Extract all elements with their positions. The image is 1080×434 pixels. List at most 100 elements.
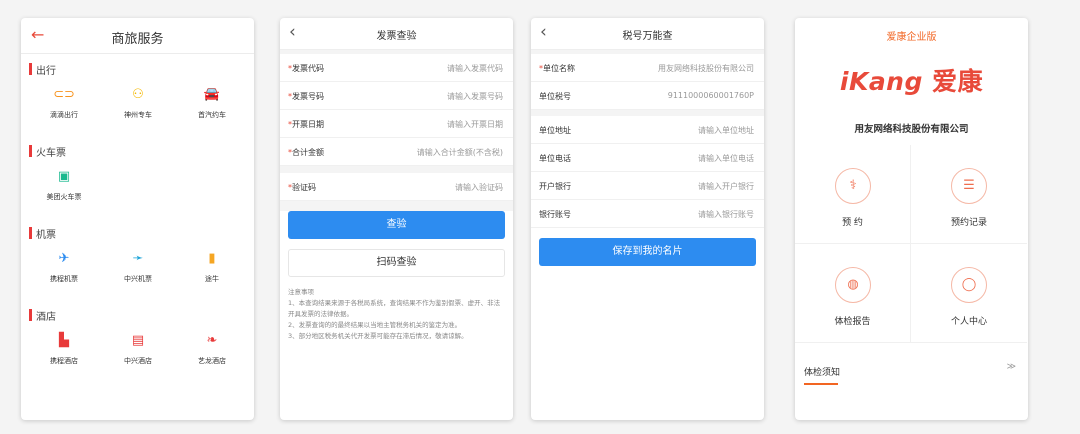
feature-tile[interactable]: ◍ 体检报告 xyxy=(795,244,911,343)
service-label: 美团火车票 xyxy=(46,193,82,201)
field-label-text: 发票号码 xyxy=(292,92,324,101)
verify-code-field[interactable]: *验证码 请输入验证码 xyxy=(280,173,513,201)
header: ‹ 税号万能查 xyxy=(531,18,764,50)
plane-icon: ✈ xyxy=(58,251,70,266)
field-label-text: 单位地址 xyxy=(539,126,571,135)
page-title: 税号万能查 xyxy=(622,31,673,42)
field-input[interactable]: 9111000060001760P xyxy=(668,91,754,100)
verify-code-input[interactable]: 请输入验证码 xyxy=(455,182,503,193)
service-item[interactable]: ▮ 途牛 xyxy=(177,250,247,284)
check-button[interactable]: 查验 xyxy=(288,211,505,239)
field-input[interactable]: 请输入银行账号 xyxy=(698,209,754,220)
field-label: *单位名称 xyxy=(539,63,575,74)
tips-tab[interactable]: 体检须知 xyxy=(804,365,840,378)
scan-check-button[interactable]: 扫码查验 xyxy=(288,249,505,277)
field-input[interactable]: 请输入单位电话 xyxy=(698,153,754,164)
form-field[interactable]: *发票号码 请输入发票号码 xyxy=(280,82,513,110)
page-title: 发票查验 xyxy=(376,31,417,42)
invoice-check-screen: ‹ 发票查验 *发票代码 请输入发票代码 *发票号码 请输入发票号码 *开票日期 请输入开… xyxy=(280,18,513,420)
service-item[interactable]: ⚇ 神州专车 xyxy=(103,86,173,120)
form-field[interactable]: 银行账号 请输入银行账号 xyxy=(531,200,764,228)
feature-label: 体检报告 xyxy=(834,317,871,327)
page-title: 商旅服务 xyxy=(111,32,164,47)
field-input[interactable]: 用友网络科技股份有限公司 xyxy=(658,63,754,74)
feature-label: 预 约 xyxy=(842,218,863,228)
taxi-ring-icon: ⊂⊃ xyxy=(53,87,75,102)
car-icon: 🚘 xyxy=(203,87,221,102)
field-input[interactable]: 请输入发票代码 xyxy=(447,63,503,74)
field-label: 开户银行 xyxy=(539,181,571,192)
service-label: 艺龙酒店 xyxy=(198,357,226,365)
service-label: 携程机票 xyxy=(50,275,78,283)
form-field[interactable]: 单位税号 9111000060001760P xyxy=(531,82,764,110)
service-label: 滴滴出行 xyxy=(50,111,78,119)
notes: 注意事项 1、本查询结果来源于各税局系统，查询结果不作为鉴别假票、虚开、非法开具发… xyxy=(288,287,505,342)
section-title: 酒店 xyxy=(36,312,56,323)
field-label-text: 开票日期 xyxy=(292,120,324,129)
form-field[interactable]: *开票日期 请输入开票日期 xyxy=(280,110,513,138)
note-line: 2、发票查询的的最终结果以当地主管税务机关的鉴定为准。 xyxy=(288,321,462,329)
service-item[interactable]: ➛ 中兴机票 xyxy=(103,250,173,284)
record-icon: ☰ xyxy=(951,168,987,204)
stethoscope-icon: ⚕ xyxy=(835,168,871,204)
service-label: 途牛 xyxy=(205,275,219,283)
service-item[interactable]: 🚘 首汽约车 xyxy=(177,86,247,120)
section-title: 机票 xyxy=(36,230,56,241)
field-label-text: 开户银行 xyxy=(539,182,571,191)
service-label: 中兴酒店 xyxy=(124,357,152,365)
section-title: 出行 xyxy=(36,66,56,77)
header: ← 商旅服务 xyxy=(21,18,254,54)
section-title: 火车票 xyxy=(36,148,66,159)
service-item[interactable]: ❧ 艺龙酒店 xyxy=(177,332,247,366)
feature-tile[interactable]: ⚕ 预 约 xyxy=(795,145,911,244)
form-field[interactable]: 单位电话 请输入单位电话 xyxy=(531,144,764,172)
service-row: ▙ 携程酒店 ▤ 中兴酒店 ❧ 艺龙酒店 xyxy=(21,326,254,382)
form-field[interactable]: *合计金额 请输入合计金额(不含税) xyxy=(280,138,513,166)
field-label: 单位电话 xyxy=(539,153,571,164)
hotel-icon: ▙ xyxy=(59,333,69,348)
note-line: 3、部分地区税务机关代开发票可能存在滞后情况，敬请谅解。 xyxy=(288,332,468,340)
travel-services-screen: ← 商旅服务 出行 ⊂⊃ 滴滴出行 ⚇ 神州专车 🚘 首汽约车火车票 ▣ 美团火车票机票 ✈ 携程机… xyxy=(21,18,254,420)
tax-id-lookup-screen: ‹ 税号万能查 *单位名称 用友网络科技股份有限公司单位税号 91110000600… xyxy=(531,18,764,420)
section-marker xyxy=(29,309,32,321)
expand-down-icon[interactable]: ≫ xyxy=(1007,362,1016,372)
service-item[interactable]: ▙ 携程酒店 xyxy=(29,332,99,366)
save-card-button[interactable]: 保存到我的名片 xyxy=(539,238,756,266)
note-line: 注意事项 xyxy=(288,288,314,296)
section-header: 机票 xyxy=(21,222,254,244)
form-field[interactable]: *单位名称 用友网络科技股份有限公司 xyxy=(531,54,764,82)
field-input[interactable]: 请输入单位地址 xyxy=(698,125,754,136)
service-item[interactable]: ⊂⊃ 滴滴出行 xyxy=(29,86,99,120)
service-item[interactable]: ▣ 美团火车票 xyxy=(29,168,99,202)
field-label: *发票代码 xyxy=(288,63,324,74)
field-label-text: 银行账号 xyxy=(539,210,571,219)
brand-title: 爱康企业版 xyxy=(886,32,937,43)
field-input[interactable]: 请输入开户银行 xyxy=(698,181,754,192)
train-icon: ▣ xyxy=(57,169,71,184)
field-label: *开票日期 xyxy=(288,119,324,130)
field-input[interactable]: 请输入发票号码 xyxy=(447,91,503,102)
company-name: 用友网络科技股份有限公司 xyxy=(854,124,969,135)
feature-label: 个人中心 xyxy=(950,317,987,327)
company-info-group: *单位名称 用友网络科技股份有限公司单位税号 9111000060001760P xyxy=(531,54,764,110)
form-field[interactable]: 开户银行 请输入开户银行 xyxy=(531,172,764,200)
ikang-logo: iKang 爱康 xyxy=(795,62,1028,98)
service-row: ✈ 携程机票 ➛ 中兴机票 ▮ 途牛 xyxy=(21,244,254,300)
field-label-text: 单位电话 xyxy=(539,154,571,163)
section-marker xyxy=(29,63,32,75)
service-label: 神州专车 xyxy=(124,111,152,119)
field-input[interactable]: 请输入合计金额(不含税) xyxy=(417,147,503,158)
form-field[interactable]: *发票代码 请输入发票代码 xyxy=(280,54,513,82)
feature-tile[interactable]: ◯ 个人中心 xyxy=(911,244,1027,343)
service-row: ⊂⊃ 滴滴出行 ⚇ 神州专车 🚘 首汽约车 xyxy=(21,80,254,136)
section-header: 出行 xyxy=(21,58,254,80)
field-label: 银行账号 xyxy=(539,209,571,220)
field-input[interactable]: 请输入开票日期 xyxy=(447,119,503,130)
report-icon: ◍ xyxy=(835,267,871,303)
field-label: *发票号码 xyxy=(288,91,324,102)
form-field[interactable]: 单位地址 请输入单位地址 xyxy=(531,116,764,144)
service-item[interactable]: ▤ 中兴酒店 xyxy=(103,332,173,366)
service-item[interactable]: ✈ 携程机票 xyxy=(29,250,99,284)
feature-tile[interactable]: ☰ 预约记录 xyxy=(911,145,1027,244)
